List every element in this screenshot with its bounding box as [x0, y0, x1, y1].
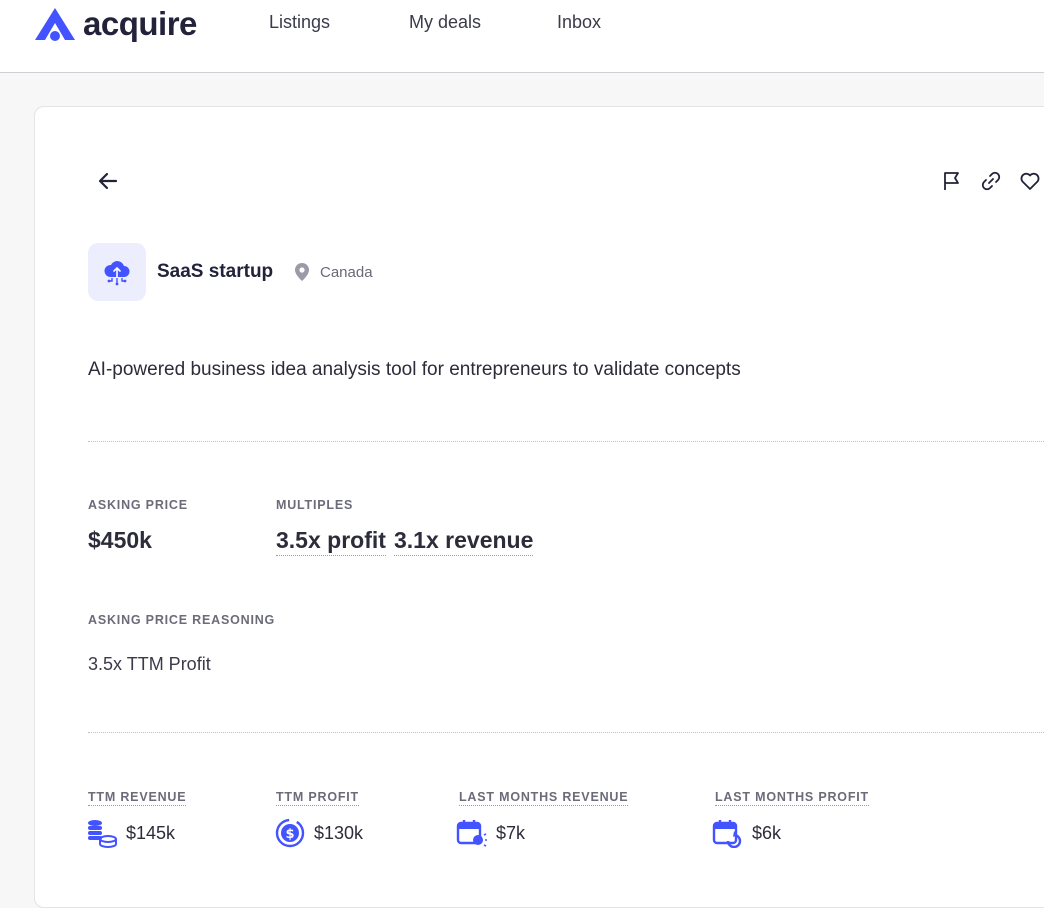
heart-icon[interactable] [1019, 170, 1041, 192]
ttm-revenue-label[interactable]: TTM REVENUE [88, 790, 187, 806]
logo-text: acquire [83, 5, 197, 42]
calendar-revenue-icon [456, 820, 487, 847]
coins-stack-icon [88, 820, 117, 848]
last-months-revenue-value: $7k [496, 822, 526, 843]
section-divider [88, 441, 1044, 442]
listing-title: SaaS startup [157, 261, 274, 282]
location-pin-icon [295, 263, 309, 281]
nav-my-deals[interactable]: My deals [409, 12, 481, 33]
ttm-profit-metric: $ $130k [274, 818, 363, 848]
asking-price-label: ASKING PRICE [88, 498, 188, 512]
ttm-profit-label[interactable]: TTM PROFIT [276, 790, 359, 806]
listing-description: AI-powered business idea analysis tool f… [88, 359, 741, 380]
business-category-icon [88, 243, 146, 301]
ttm-profit-value: $130k [314, 822, 364, 843]
link-icon[interactable] [980, 170, 1002, 192]
calendar-profit-icon [712, 820, 742, 848]
acquire-logo[interactable]: acquire [33, 6, 197, 42]
asking-price-reasoning-label: ASKING PRICE REASONING [88, 613, 276, 627]
ttm-revenue-value: $145k [126, 822, 176, 843]
nav-listings[interactable]: Listings [269, 12, 330, 33]
asking-price-value: $450k [88, 527, 152, 553]
last-months-profit-metric: $6k [712, 818, 781, 848]
last-months-profit-value: $6k [752, 822, 782, 843]
asking-price-reasoning: 3.5x TTM Profit [88, 654, 211, 674]
last-months-profit-label[interactable]: LAST MONTHS PROFIT [715, 790, 869, 806]
flag-icon[interactable] [941, 170, 963, 192]
profit-multiple[interactable]: 3.5x profit [276, 527, 386, 556]
revenue-multiple[interactable]: 3.1x revenue [394, 527, 534, 556]
nav-inbox[interactable]: Inbox [557, 12, 601, 33]
top-navigation-bar: acquire Listings My deals Inbox [0, 0, 1044, 73]
last-months-revenue-label[interactable]: LAST MONTHS REVENUE [459, 790, 629, 806]
cloud-upload-icon [104, 261, 130, 286]
acquire-logo-icon [35, 8, 75, 41]
svg-text:$: $ [285, 827, 294, 842]
section-divider [88, 732, 1044, 733]
back-arrow-icon[interactable] [96, 168, 122, 194]
dollar-cycle-icon: $ [275, 818, 305, 848]
listing-location: Canada [320, 264, 373, 281]
last-months-revenue-metric: $7k [456, 818, 525, 848]
multiples-label: MULTIPLES [276, 498, 354, 512]
ttm-revenue-metric: $145k [86, 818, 175, 848]
